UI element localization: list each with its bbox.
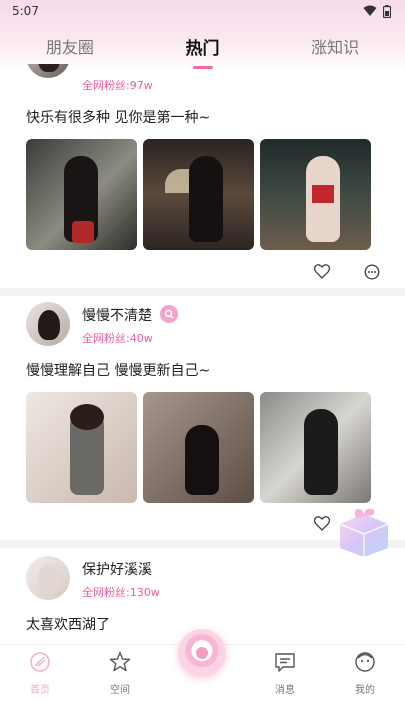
post-actions — [314, 516, 330, 531]
fans-count: 全网粉丝:97w — [82, 79, 153, 92]
nickname[interactable]: 慢慢不清楚 — [82, 305, 152, 325]
profile-icon — [355, 652, 375, 672]
star-icon — [109, 651, 131, 672]
photo-grid — [26, 139, 371, 250]
photo-grid — [26, 392, 371, 503]
wifi-icon — [363, 5, 377, 16]
post-text: 快乐有很多种 见你是第一种~ — [26, 110, 211, 126]
post-photo[interactable] — [143, 139, 254, 250]
avatar[interactable] — [26, 302, 70, 346]
avatar[interactable] — [26, 64, 70, 78]
post-photo[interactable] — [26, 392, 137, 503]
post-photo[interactable] — [143, 392, 254, 503]
post-divider — [0, 288, 405, 296]
status-time: 5:07 — [12, 4, 39, 18]
home-icon — [30, 652, 50, 672]
post-actions — [314, 264, 380, 280]
center-action-icon — [196, 647, 208, 659]
gift-box-icon[interactable] — [334, 504, 392, 558]
nav-space[interactable]: 空间 — [90, 651, 150, 696]
nickname[interactable]: 保护好溪溪 — [82, 559, 152, 579]
heart-icon[interactable] — [314, 516, 330, 531]
nav-profile[interactable]: 我的 — [335, 651, 395, 696]
top-tabs: 朋友圈 热门 涨知识 — [0, 26, 405, 69]
center-action-button[interactable] — [178, 629, 226, 677]
avatar[interactable] — [26, 556, 70, 600]
post-photo[interactable] — [260, 392, 371, 503]
nav-messages[interactable]: 消息 — [255, 651, 315, 696]
post-text: 太喜欢西湖了 — [26, 617, 110, 633]
heart-icon[interactable] — [314, 264, 330, 279]
bottom-nav: 首页 空间 消息 我的 — [0, 629, 405, 720]
tab-hot[interactable]: 热门 — [176, 30, 230, 69]
post-text: 慢慢理解自己 慢慢更新自己~ — [26, 363, 211, 379]
post-photo[interactable] — [26, 139, 137, 250]
fans-count: 全网粉丝:40w — [82, 332, 153, 345]
nav-home[interactable]: 首页 — [10, 651, 70, 696]
tab-friends[interactable]: 朋友圈 — [36, 30, 104, 62]
fans-count: 全网粉丝:130w — [82, 586, 160, 599]
status-bar: 5:07 — [0, 0, 405, 22]
post-photo[interactable] — [260, 139, 371, 250]
message-icon — [275, 653, 295, 672]
battery-icon — [383, 4, 391, 18]
comment-icon[interactable] — [364, 264, 380, 280]
verified-badge-icon — [160, 305, 178, 323]
tab-knowledge[interactable]: 涨知识 — [301, 30, 369, 62]
